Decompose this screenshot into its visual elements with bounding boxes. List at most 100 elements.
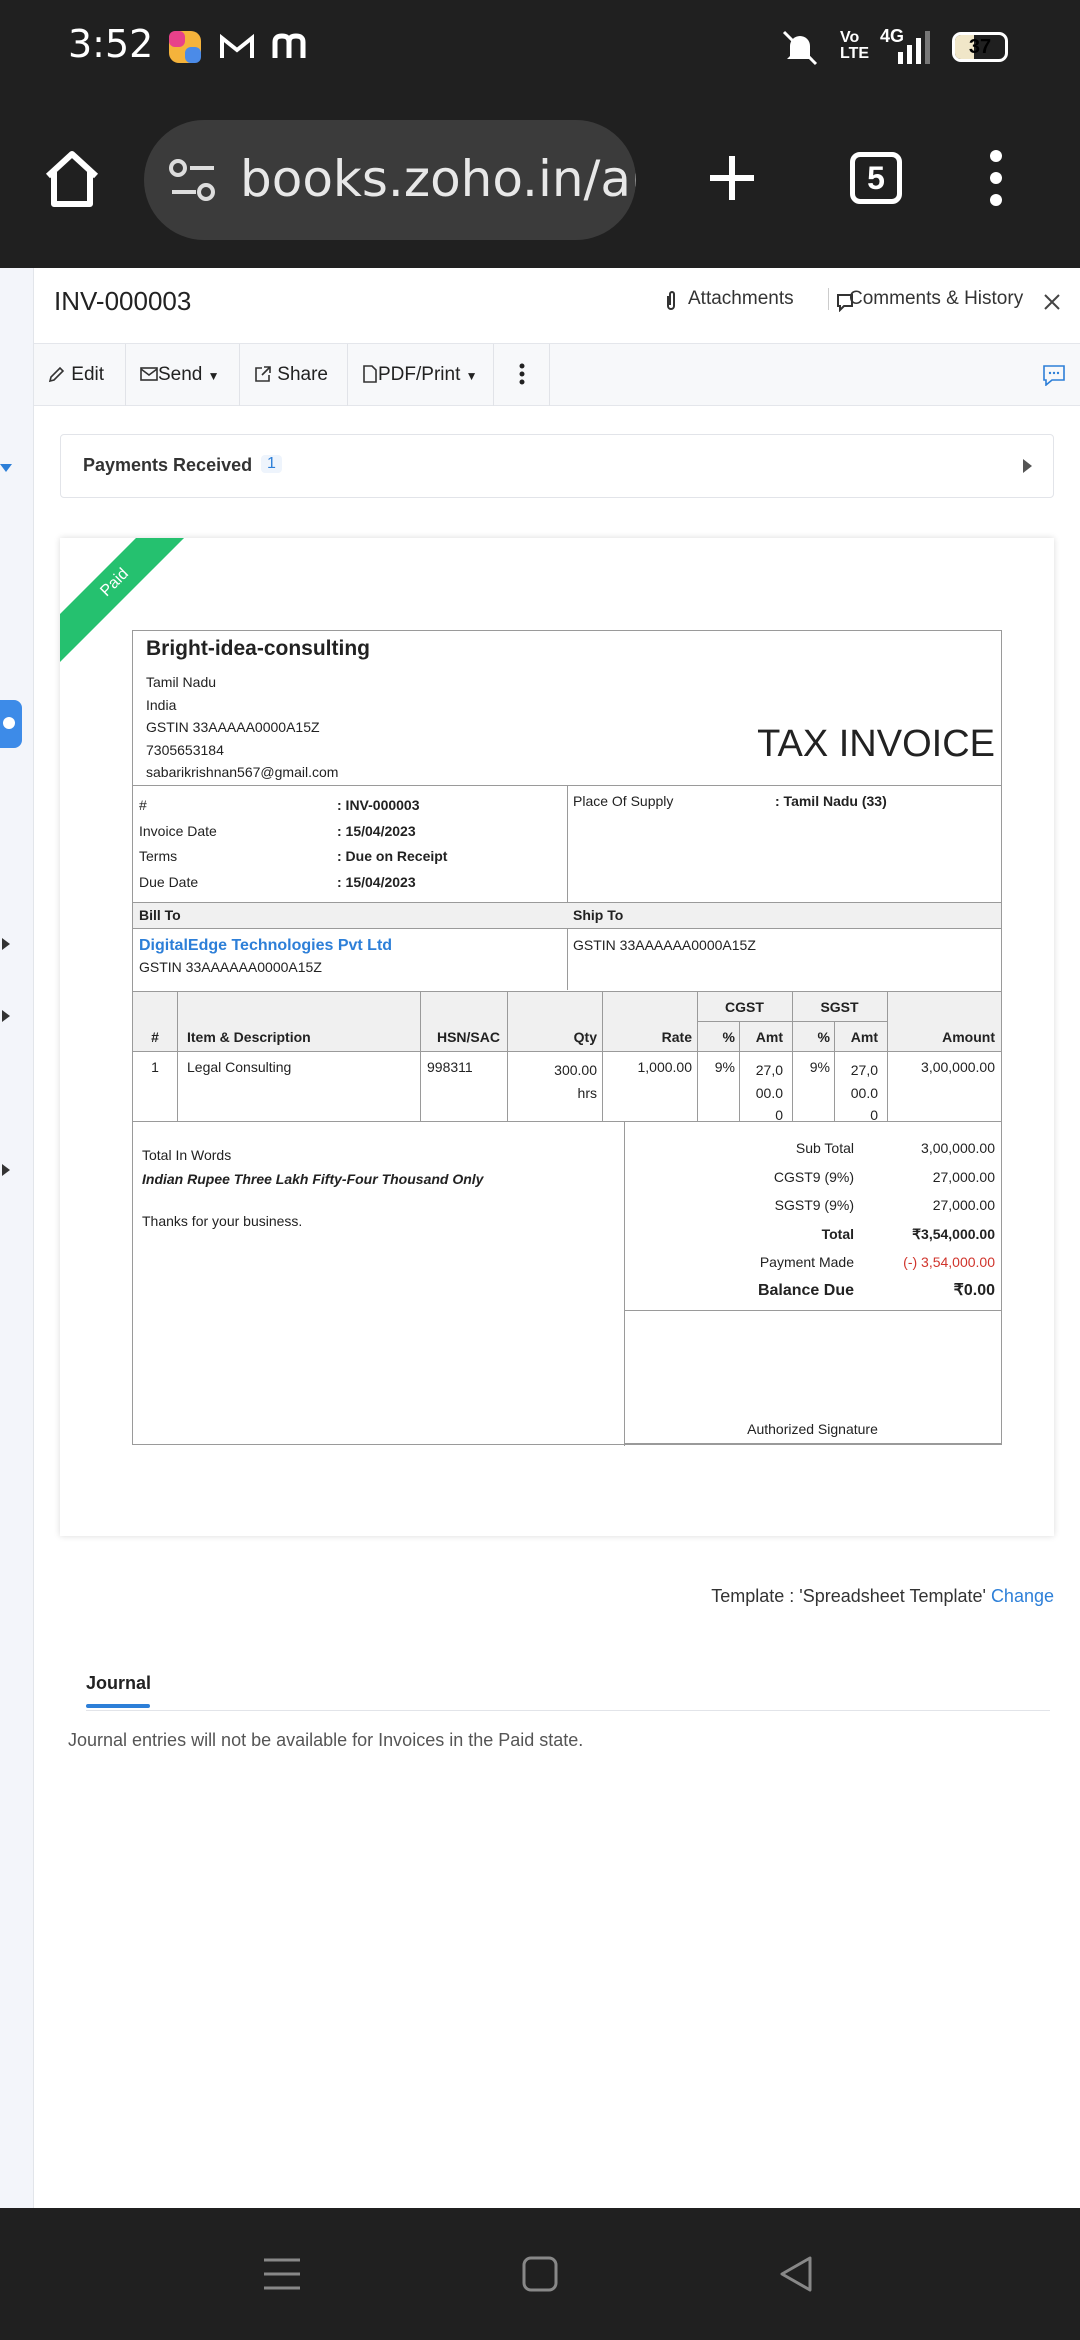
item-cgst-amt: 27,0 00.0 0 bbox=[739, 1059, 783, 1127]
site-settings-icon[interactable] bbox=[168, 156, 218, 204]
place-of-supply-value: : Tamil Nadu (33) bbox=[775, 793, 887, 809]
recent-apps-icon[interactable] bbox=[262, 2256, 302, 2292]
ship-to-label: Ship To bbox=[573, 907, 624, 923]
item-description: Legal Consulting bbox=[187, 1059, 292, 1075]
invoice-meta-values: : INV-000003 : 15/04/2023 : Due on Recei… bbox=[337, 793, 447, 895]
send-button[interactable]: Send ▼ bbox=[126, 344, 240, 406]
amt-part: 27,0 bbox=[850, 1062, 878, 1078]
col-cgst-amt: Amt bbox=[755, 1029, 783, 1045]
payment-made-value: (-) 3,54,000.00 bbox=[903, 1254, 995, 1271]
attachments-link[interactable]: Attachments bbox=[688, 288, 794, 310]
android-nav-bar bbox=[0, 2208, 1080, 2340]
total-in-words-label: Total In Words bbox=[142, 1147, 232, 1163]
divider bbox=[887, 991, 888, 1121]
total-label: Sub Total bbox=[795, 1140, 854, 1156]
more-options-icon[interactable] bbox=[984, 148, 1008, 208]
home-icon[interactable] bbox=[42, 146, 102, 210]
payments-received-label: Payments Received bbox=[83, 455, 253, 475]
tab-journal[interactable]: Journal bbox=[86, 1673, 151, 1694]
item-sgst-pct: 9% bbox=[809, 1059, 830, 1075]
amt-part: 00.0 bbox=[755, 1084, 783, 1101]
edit-label: Edit bbox=[71, 364, 105, 385]
invoice-meta-labels: # Invoice Date Terms Due Date bbox=[139, 793, 217, 895]
mail-icon bbox=[140, 367, 158, 381]
payments-received-panel[interactable]: Payments Received 1 bbox=[60, 434, 1054, 498]
company-name: Bright-idea-consulting bbox=[146, 637, 370, 660]
comments-history-link[interactable]: Comments & History bbox=[849, 288, 1023, 310]
divider bbox=[133, 1051, 1001, 1052]
share-button[interactable]: Share bbox=[240, 344, 348, 406]
item-hsn: 998311 bbox=[427, 1059, 473, 1075]
bill-to-customer-link[interactable]: DigitalEdge Technologies Pvt Ltd bbox=[139, 937, 392, 955]
item-sgst-amt: 27,0 00.0 0 bbox=[834, 1059, 878, 1127]
sidebar-expand-icon[interactable] bbox=[2, 1164, 12, 1176]
invoice-document: Paid Bright-idea-consulting Tamil Nadu I… bbox=[60, 538, 1054, 1536]
col-sgst: SGST bbox=[820, 999, 859, 1015]
sidebar-expand-icon[interactable] bbox=[2, 1010, 12, 1022]
battery-icon: 37 bbox=[952, 32, 1008, 62]
share-label: Share bbox=[277, 364, 328, 385]
bill-ship-header-bg bbox=[133, 902, 1001, 928]
edit-button[interactable]: Edit bbox=[34, 344, 126, 406]
bill-to-label: Bill To bbox=[139, 907, 181, 923]
template-info: Template : 'Spreadsheet Template' Change bbox=[711, 1586, 1054, 1607]
address-line: Tamil Nadu bbox=[146, 674, 217, 690]
col-amount: Amount bbox=[942, 1029, 995, 1045]
more-actions-button[interactable] bbox=[494, 344, 550, 406]
left-sidebar bbox=[0, 268, 34, 2208]
total-in-words: Indian Rupee Three Lakh Fifty-Four Thous… bbox=[142, 1171, 484, 1187]
col-item: Item & Description bbox=[187, 1029, 311, 1045]
comment-toggle-icon[interactable] bbox=[1042, 364, 1066, 386]
url-bar[interactable]: books.zoho.in/ap bbox=[144, 120, 636, 240]
invoice-detail-panel: INV-000003 Attachments Comments & Histor… bbox=[34, 268, 1080, 2208]
divider bbox=[624, 1443, 1001, 1444]
mute-icon bbox=[782, 30, 818, 66]
meta-label: Due Date bbox=[139, 873, 199, 890]
close-icon[interactable] bbox=[1042, 292, 1062, 312]
address-line: India bbox=[146, 696, 177, 713]
col-cgst: CGST bbox=[725, 999, 764, 1015]
signal-icon bbox=[898, 31, 930, 64]
tax-invoice-title: TAX INVOICE bbox=[757, 723, 995, 765]
divider bbox=[602, 991, 603, 1121]
totals-values: 3,00,000.00 27,000.00 27,000.00 ₹3,54,00… bbox=[854, 1134, 995, 1306]
tab-switcher-button[interactable]: 5 bbox=[850, 152, 902, 204]
back-icon[interactable] bbox=[778, 2254, 814, 2294]
app-m-icon bbox=[272, 33, 306, 58]
bill-to-gstin: GSTIN 33AAAAAA0000A15Z bbox=[139, 959, 322, 975]
invoice-id-title: INV-000003 bbox=[54, 286, 192, 316]
meta-value: : 15/04/2023 bbox=[337, 822, 416, 839]
amt-part: 00.0 bbox=[850, 1084, 878, 1101]
kebab-icon bbox=[519, 363, 524, 385]
meta-value: : 15/04/2023 bbox=[337, 873, 416, 890]
status-bar: 3:52 Vo LTE 4G 37 bbox=[0, 0, 1080, 96]
invoice-table: Bright-idea-consulting Tamil Nadu India … bbox=[132, 630, 1002, 1446]
sidebar-chat-button[interactable] bbox=[0, 700, 22, 748]
item-qty: 300.00 hrs bbox=[507, 1059, 597, 1104]
qty-unit: hrs bbox=[577, 1084, 597, 1101]
expand-right-icon[interactable] bbox=[1023, 459, 1033, 473]
meta-label: Terms bbox=[139, 848, 178, 865]
thanks-note: Thanks for your business. bbox=[142, 1213, 303, 1229]
address-line: 7305653184 bbox=[146, 741, 224, 758]
ship-to-gstin: GSTIN 33AAAAAA0000A15Z bbox=[573, 937, 756, 953]
sidebar-expand-icon[interactable] bbox=[2, 938, 12, 950]
balance-due-value: ₹0.00 bbox=[953, 1281, 995, 1299]
payments-count-badge: 1 bbox=[261, 455, 282, 473]
new-tab-icon[interactable] bbox=[706, 152, 758, 204]
divider bbox=[624, 1310, 1001, 1311]
home-nav-icon[interactable] bbox=[522, 2256, 558, 2292]
totals-labels: Sub Total CGST9 (9%) SGST9 (9%) Total Pa… bbox=[624, 1134, 854, 1306]
chevron-down-icon: ▼ bbox=[207, 369, 220, 383]
meta-value: : INV-000003 bbox=[337, 797, 420, 813]
change-template-link[interactable]: Change bbox=[991, 1586, 1054, 1606]
sidebar-dropdown-icon[interactable] bbox=[0, 464, 14, 474]
browser-toolbar: books.zoho.in/ap 5 bbox=[0, 96, 1080, 268]
col-sgst-pct: % bbox=[817, 1029, 830, 1045]
meta-label: # bbox=[139, 797, 147, 813]
company-address: Tamil Nadu India GSTIN 33AAAAA0000A15Z 7… bbox=[146, 671, 338, 784]
item-cgst-pct: 9% bbox=[714, 1059, 735, 1075]
pdf-print-button[interactable]: PDF/Print ▼ bbox=[348, 344, 494, 406]
col-cgst-pct: % bbox=[722, 1029, 735, 1045]
total-value: 27,000.00 bbox=[932, 1168, 995, 1185]
